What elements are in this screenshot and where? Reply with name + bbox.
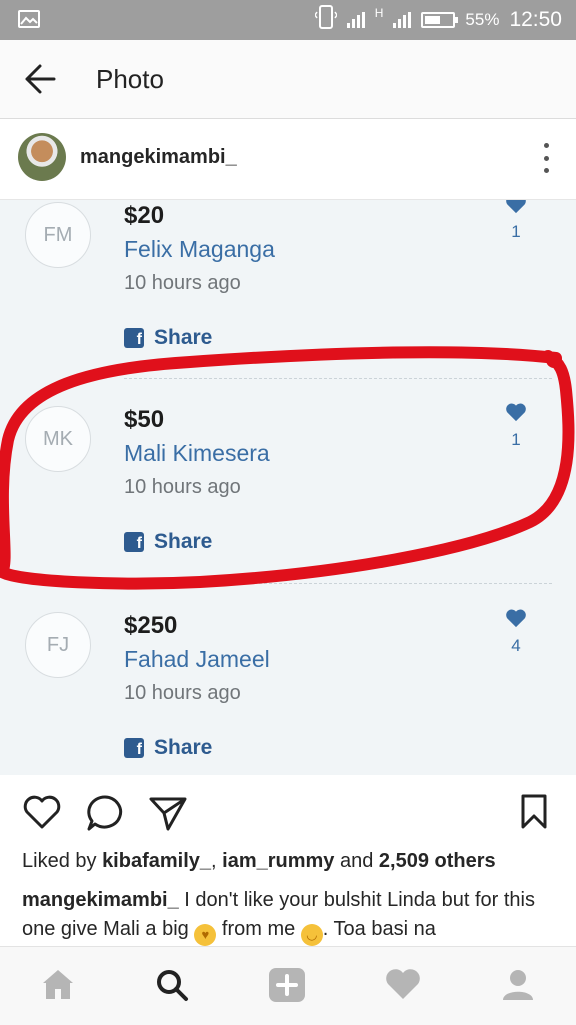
donation-time: 10 hours ago — [124, 682, 241, 704]
liked-by-user[interactable]: kibafamily_ — [102, 850, 211, 872]
wink-emoji-icon: ◡ — [300, 924, 323, 946]
gallery-icon — [18, 10, 40, 28]
donation-time: 10 hours ago — [124, 476, 241, 498]
post-username[interactable]: mangekimambi_ — [80, 146, 237, 169]
comment-icon[interactable] — [86, 794, 124, 837]
activity-heart-icon[interactable] — [384, 967, 422, 1006]
bottom-navigation — [0, 946, 576, 1025]
battery-fill — [425, 16, 440, 24]
battery-percent: 55% — [465, 10, 500, 29]
heart-icon — [506, 200, 526, 214]
donor-avatar: MK — [25, 406, 91, 472]
search-icon[interactable] — [154, 967, 190, 1008]
like-count[interactable]: 1 — [503, 402, 529, 450]
like-count[interactable]: 4 — [503, 608, 529, 656]
donation-amount: $250 — [124, 612, 178, 639]
donor-avatar: FM — [25, 202, 91, 268]
post-header: mangekimambi_ — [0, 119, 576, 200]
heart-icon[interactable] — [22, 794, 62, 835]
divider — [124, 583, 552, 584]
facebook-icon: f — [124, 532, 144, 552]
liked-by-separator: , — [211, 850, 223, 872]
vertical-dots-icon[interactable] — [542, 143, 550, 173]
post-image: FM $20 Felix Maganga 10 hours ago f Shar… — [0, 200, 576, 775]
donor-name[interactable]: Fahad Jameel — [124, 646, 270, 673]
liked-by-and: and — [334, 850, 379, 872]
divider — [124, 378, 552, 379]
liked-by-prefix: Liked by — [22, 850, 103, 872]
red-annotation-circle — [0, 346, 575, 590]
signal-icon-2 — [393, 12, 412, 28]
arrow-left-icon[interactable] — [22, 62, 58, 96]
vibrate-icon — [313, 4, 338, 36]
home-icon[interactable] — [40, 967, 76, 1006]
add-post-icon[interactable] — [268, 967, 306, 1008]
share-button[interactable]: f Share — [124, 736, 212, 760]
donation-amount: $50 — [124, 406, 165, 433]
top-app-bar: Photo — [0, 40, 576, 119]
network-type: H — [374, 6, 384, 20]
share-button[interactable]: f Share — [124, 530, 212, 554]
share-label: Share — [154, 736, 213, 759]
clock: 12:50 — [509, 8, 562, 31]
like-count-value: 4 — [511, 636, 521, 655]
donor-avatar: FJ — [25, 612, 91, 678]
like-count-value: 1 — [511, 222, 521, 241]
share-label: Share — [154, 530, 213, 553]
donation-time: 10 hours ago — [124, 272, 241, 294]
caption-text: from me — [216, 918, 301, 940]
facebook-icon: f — [124, 738, 144, 758]
liked-by-others[interactable]: 2,509 others — [379, 850, 496, 872]
like-count[interactable]: 1 — [503, 200, 529, 242]
bookmark-icon[interactable] — [520, 794, 548, 835]
liked-by-user[interactable]: iam_rummy — [222, 850, 334, 872]
caption-username[interactable]: mangekimambi_ — [22, 889, 179, 911]
signal-icon — [346, 12, 365, 28]
caption-text: . Toa basi na — [322, 918, 436, 940]
profile-icon[interactable] — [500, 967, 536, 1008]
heart-icon — [506, 403, 526, 422]
post-actions — [0, 776, 576, 848]
avatar[interactable] — [18, 133, 66, 181]
heart-icon — [506, 609, 526, 628]
kiss-emoji-icon: ♥ — [194, 924, 217, 946]
liked-by: Liked by kibafamily_, iam_rummy and 2,50… — [22, 850, 496, 873]
page-title: Photo — [96, 64, 164, 94]
share-button[interactable]: f Share — [124, 326, 212, 350]
send-icon[interactable] — [148, 794, 188, 837]
like-count-value: 1 — [511, 430, 521, 449]
donor-name[interactable]: Felix Maganga — [124, 236, 275, 263]
post-caption: mangekimambi_ I don't like your bulshit … — [22, 886, 558, 946]
status-bar: H 55% 12:50 — [0, 0, 576, 40]
battery-icon — [421, 12, 459, 28]
donation-amount: $20 — [124, 202, 165, 229]
share-label: Share — [154, 326, 213, 349]
facebook-icon: f — [124, 328, 144, 348]
donor-name[interactable]: Mali Kimesera — [124, 440, 270, 467]
